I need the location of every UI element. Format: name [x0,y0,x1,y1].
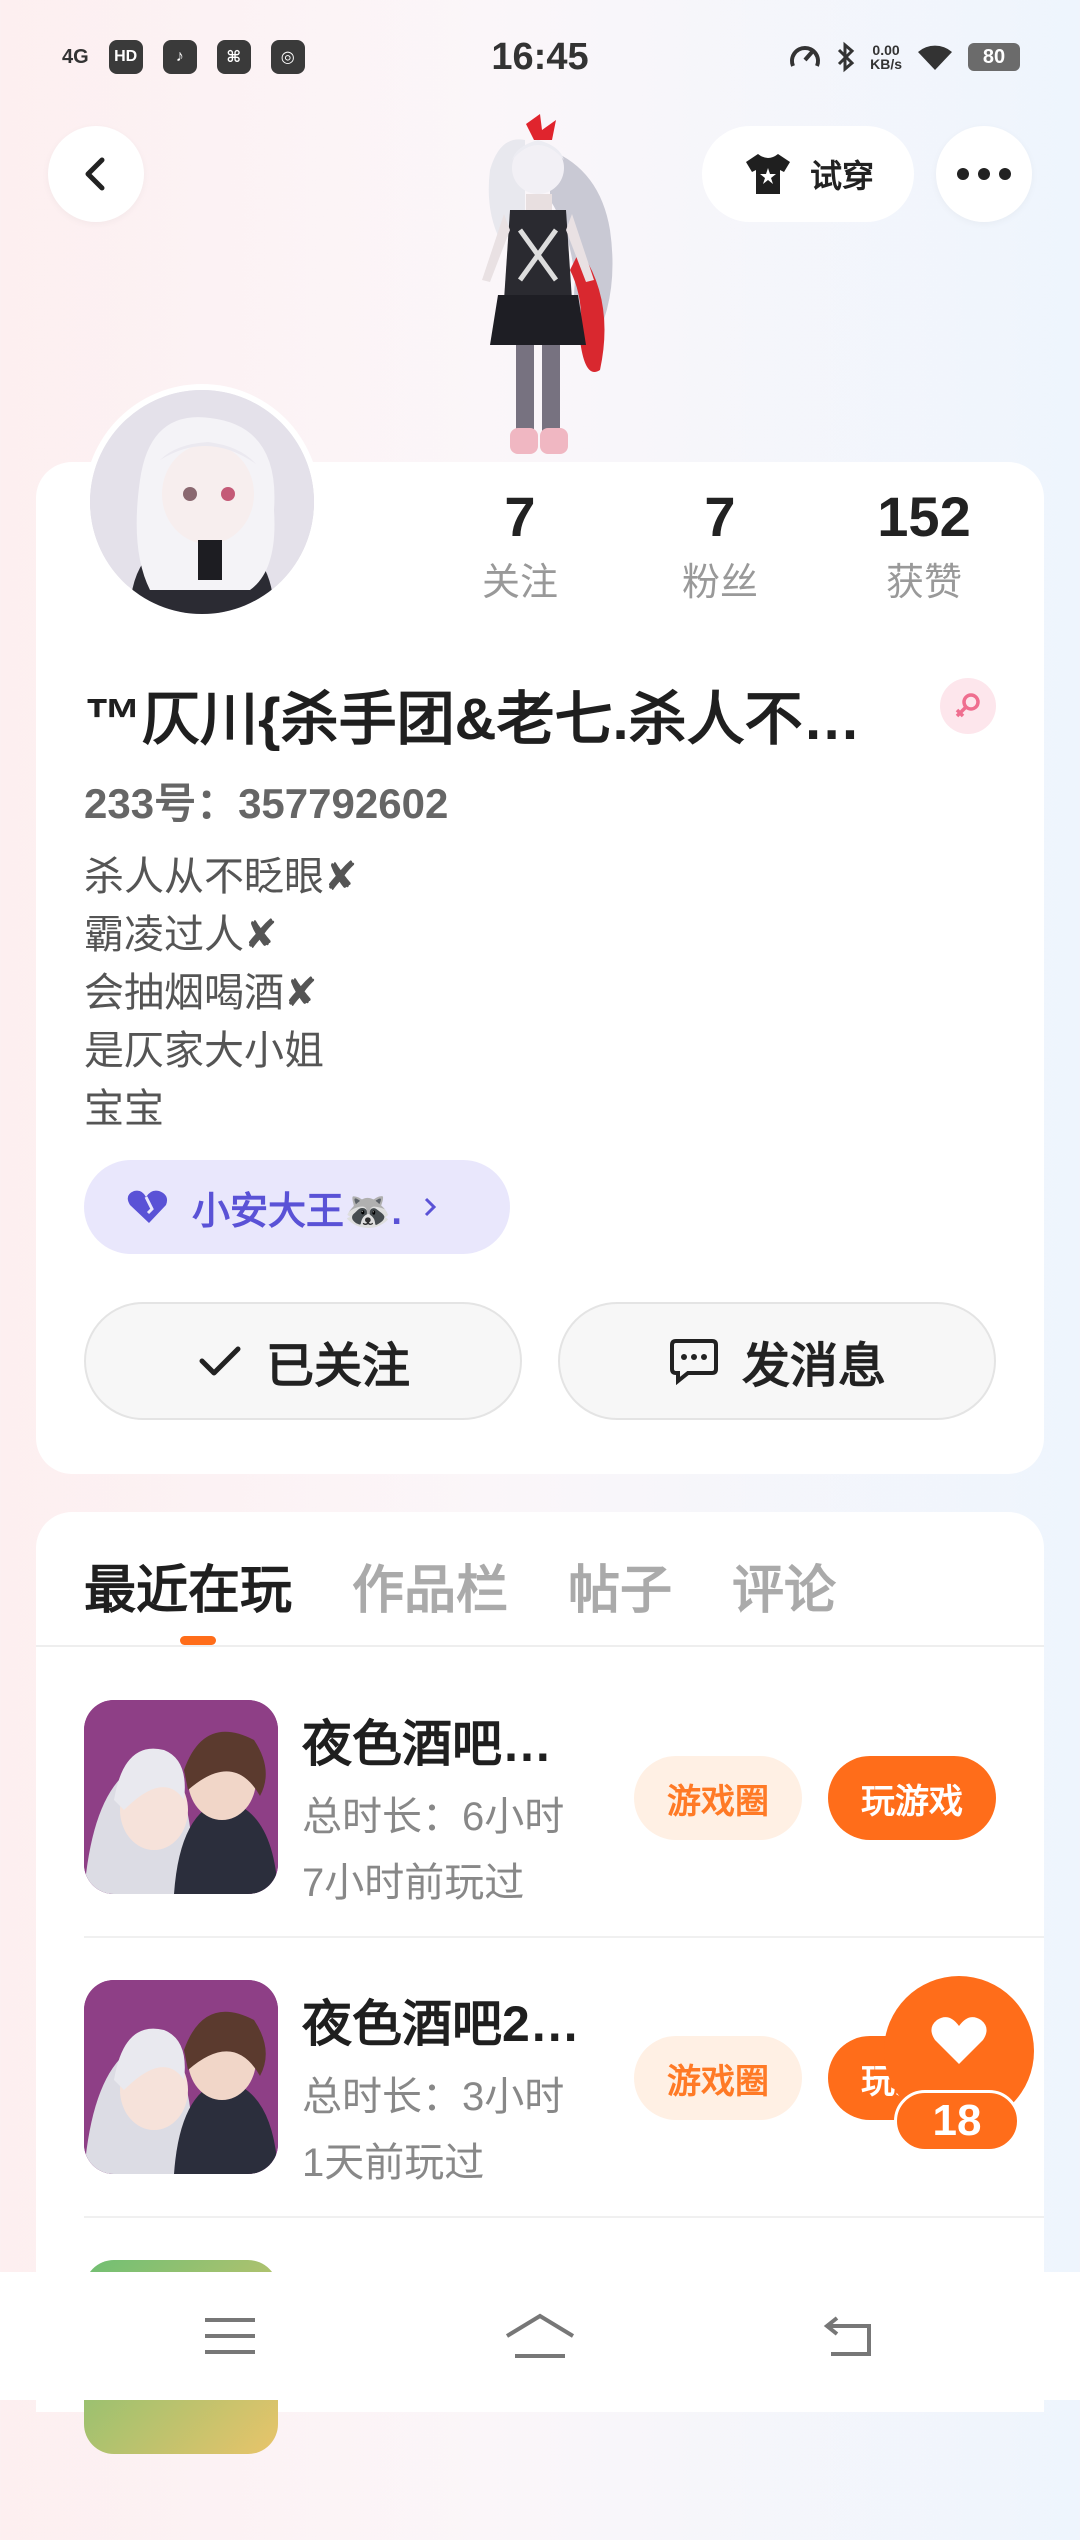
stat-following[interactable]: 7 关注 [440,484,600,606]
game-duration: 总时长：6小时 [302,1795,565,1839]
system-nav-bar [0,2272,1080,2400]
chevron-right-icon [424,1197,436,1217]
bio-line: 霸凌过人✘ [84,913,278,957]
followed-button[interactable]: 已关注 [84,1302,522,1420]
stat-likes[interactable]: 152 获赞 [844,484,1004,606]
tab-divider [36,1645,1044,1647]
more-button[interactable] [936,126,1032,222]
bio-line: 是仄家大小姐 [84,1029,324,1073]
game-icon [84,1980,278,2174]
nav-menu-button[interactable] [195,2301,265,2371]
back-arrow-icon [823,2316,871,2356]
user-id: 233号：357792602 [84,780,449,827]
play-game-button[interactable]: 玩游戏 [828,1756,996,1840]
game-duration: 总时长：3小时 [302,2075,565,2119]
followed-label: 已关注 [265,1340,410,1393]
female-gender-icon [940,678,996,734]
game-title: 夜色酒吧… [302,1716,552,1772]
status-right-icons: 0.00 KB/s 80 [788,40,1020,74]
row-divider [84,2216,1044,2218]
avatar-image [90,390,314,614]
message-label: 发消息 [741,1340,886,1393]
try-on-label: 试穿 [809,158,874,194]
row-divider [84,1936,1044,1938]
battery-icon: 80 [968,43,1020,71]
game-icon [84,1700,278,1894]
message-button[interactable]: 发消息 [558,1302,996,1420]
back-button[interactable] [48,126,144,222]
bluetooth-icon [838,41,855,73]
tab-comments[interactable]: 评论 [732,1548,836,1623]
game-last-played: 7小时前玩过 [302,1861,525,1905]
bio-line: 杀人从不眨眼✘ [84,855,358,899]
like-count-badge: 18 [894,2090,1020,2152]
bio: 杀人从不眨眼✘ 霸凌过人✘ 会抽烟喝酒✘ 是仄家大小姐 宝宝 [84,848,358,1138]
tab-posts[interactable]: 帖子 [568,1548,672,1623]
stat-followers[interactable]: 7 粉丝 [640,484,800,606]
nav-back-button[interactable] [815,2301,885,2371]
check-icon [199,1346,241,1376]
gauge-icon [790,46,821,67]
profile-stats: 7 关注 7 粉丝 152 获赞 [440,484,1040,624]
profile-tabs: 最近在玩 作品栏 帖子 评论 [84,1548,836,1623]
action-buttons: 已关注 发消息 [84,1302,996,1422]
status-bar: 4G HD ♪ ⌘ ◎ 16:45 0.00 KB/s 80 [0,0,1080,120]
tshirt-icon [745,154,790,194]
nav-home-button[interactable] [505,2301,575,2371]
wifi-icon [918,45,952,70]
tab-works[interactable]: 作品栏 [352,1548,508,1623]
game-circle-button[interactable]: 游戏圈 [634,2036,802,2120]
menu-icon [205,2318,255,2354]
bio-line: 宝宝 [84,1087,164,1131]
more-icon [957,168,1011,180]
female-symbol-icon [955,693,980,718]
game-circle-button[interactable]: 游戏圈 [634,1756,802,1840]
active-tab-indicator [180,1636,216,1645]
heart-link-icon [127,1190,168,1223]
chevron-left-icon [85,157,105,191]
avatar[interactable] [84,384,320,620]
tab-recently-played[interactable]: 最近在玩 [84,1548,292,1623]
game-title: 夜色酒吧2… [302,1996,580,2052]
chat-bubble-icon [669,1339,718,1385]
home-icon [505,2313,575,2358]
game-thumbnail [84,1700,278,1894]
game-last-played: 1天前玩过 [302,2141,485,2185]
list-item[interactable]: 夜色酒吧… 总时长：6小时 7小时前玩过 游戏圈 玩游戏 [84,1700,1044,1980]
game-thumbnail [84,1980,278,2174]
relation-name: 小安大王🦝. [192,1190,402,1233]
net-speed: 0.00 KB/s [870,42,902,72]
heart-icon [931,2017,987,2064]
avatar-illustration [90,390,314,614]
try-on-button[interactable]: 试穿 [702,126,914,222]
relation-badge[interactable]: 小安大王🦝. [84,1160,510,1254]
avatar-character-figure[interactable] [430,110,650,460]
bio-line: 会抽烟喝酒✘ [84,971,318,1015]
username: ™仄川{杀手团&老七.杀人不… [84,687,861,752]
